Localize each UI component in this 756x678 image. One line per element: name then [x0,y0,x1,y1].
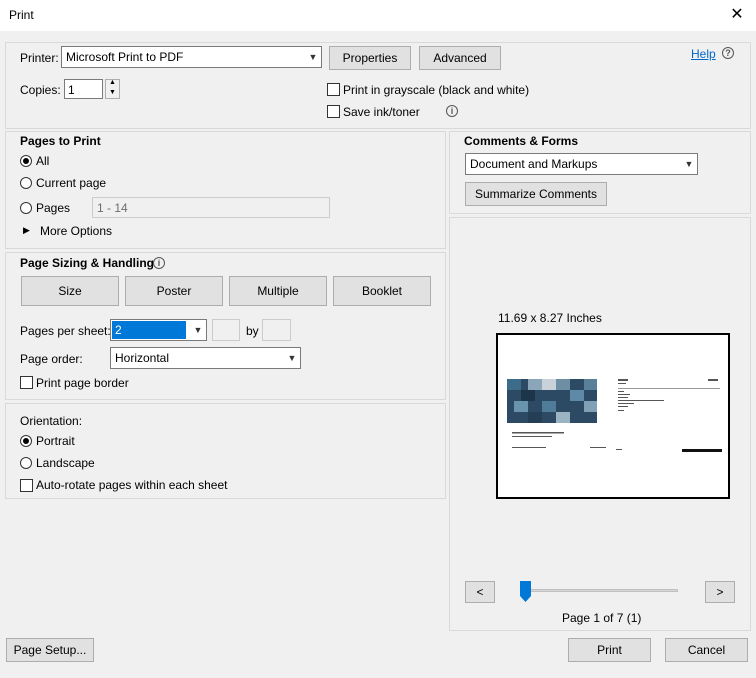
help-info-icon[interactable]: ? [722,47,734,59]
page-sizing-title: Page Sizing & Handling [20,256,155,270]
comments-forms-value: Document and Markups [470,157,598,171]
grayscale-label: Print in grayscale (black and white) [343,83,530,97]
page-slider-track[interactable] [526,589,678,592]
print-page-border-label: Print page border [36,376,129,390]
portrait-radio[interactable] [20,435,32,447]
pages-per-sheet-label: Pages per sheet: [20,324,111,338]
help-link[interactable]: Help [691,47,716,61]
chevron-down-icon: ▼ [684,159,694,169]
orientation-title: Orientation: [20,414,83,428]
grayscale-checkbox[interactable] [327,83,340,96]
close-icon[interactable]: ✕ [726,4,748,26]
pages-to-print-title: Pages to Print [20,134,101,148]
pages-per-sheet-custom-x[interactable] [212,319,240,341]
preview-image-mosaic [507,379,597,423]
tab-multiple[interactable]: Multiple [229,276,327,306]
printer-label: Printer: [20,51,59,65]
page-order-select[interactable]: Horizontal ▼ [110,347,301,369]
stepper-up-icon[interactable]: ▲ [109,79,116,86]
properties-button[interactable]: Properties [329,46,411,70]
preview-thumbnail [507,379,722,452]
prev-page-button[interactable]: < [465,581,495,603]
page-order-label: Page order: [20,352,83,366]
info-icon[interactable]: i [446,105,458,117]
pages-per-sheet-value: 2 [115,323,122,337]
page-order-value: Horizontal [115,351,170,365]
pages-range-value: 1 - 14 [97,201,128,215]
printer-select-value: Microsoft Print to PDF [66,50,184,64]
current-page-radio[interactable] [20,177,32,189]
pages-radio[interactable] [20,202,32,214]
landscape-label: Landscape [36,456,95,470]
cancel-button[interactable]: Cancel [665,638,748,662]
pages-per-sheet-select[interactable]: 2 ▼ [110,319,207,341]
all-label: All [36,154,50,168]
comments-forms-title: Comments & Forms [464,134,579,148]
page-slider-thumb[interactable] [520,581,531,602]
pages-label: Pages [36,201,71,215]
chevron-down-icon: ▼ [308,52,318,62]
save-ink-label: Save ink/toner [343,105,420,119]
chevron-down-icon: ▼ [287,353,297,363]
print-button[interactable]: Print [568,638,651,662]
title-bar [0,0,756,31]
printer-select[interactable]: Microsoft Print to PDF ▼ [61,46,322,68]
triangle-right-icon[interactable]: ▶ [23,225,30,236]
landscape-radio[interactable] [20,457,32,469]
auto-rotate-label: Auto-rotate pages within each sheet [36,478,228,492]
window-title: Print [9,8,34,22]
info-icon[interactable]: i [153,257,165,269]
pages-range-input[interactable]: 1 - 14 [92,197,330,218]
copies-label: Copies: [20,83,61,97]
stepper-down-icon[interactable]: ▼ [109,89,116,96]
portrait-label: Portrait [36,434,75,448]
tab-size[interactable]: Size [21,276,119,306]
by-label: by [246,324,259,338]
page-setup-button[interactable]: Page Setup... [6,638,94,662]
auto-rotate-checkbox[interactable] [20,479,33,492]
chevron-down-icon: ▼ [193,325,203,335]
copies-value: 1 [68,83,75,97]
copies-stepper[interactable]: ▲ ▼ [105,79,120,99]
current-page-label: Current page [36,176,107,190]
selection-highlight [112,321,186,339]
page-indicator: Page 1 of 7 (1) [562,611,642,625]
pages-per-sheet-custom-y[interactable] [262,319,291,341]
save-ink-checkbox[interactable] [327,105,340,118]
preview-page [496,333,730,499]
all-radio[interactable] [20,155,32,167]
next-page-button[interactable]: > [705,581,735,603]
summarize-comments-button[interactable]: Summarize Comments [465,182,607,206]
tab-booklet[interactable]: Booklet [333,276,431,306]
print-page-border-checkbox[interactable] [20,376,33,389]
comments-forms-select[interactable]: Document and Markups ▼ [465,153,698,175]
tab-poster[interactable]: Poster [125,276,223,306]
more-options-label[interactable]: More Options [40,224,112,238]
advanced-button[interactable]: Advanced [419,46,501,70]
copies-input[interactable]: 1 [64,79,103,99]
preview-size-text: 11.69 x 8.27 Inches [498,311,602,325]
